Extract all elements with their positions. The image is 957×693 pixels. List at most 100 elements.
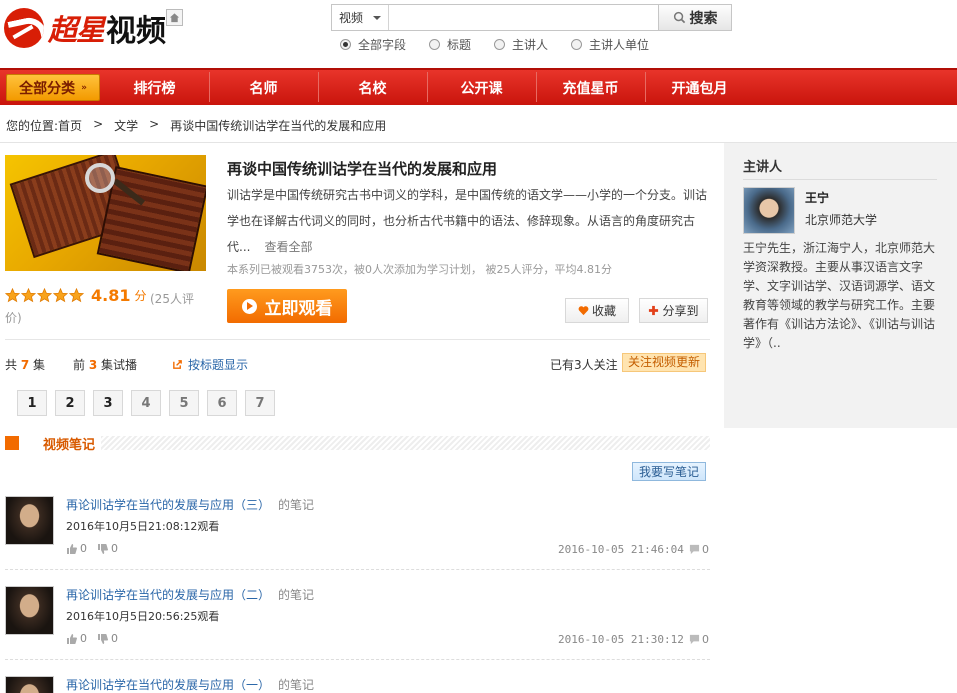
video-title: 再谈中国传统训诂学在当代的发展和应用 (227, 160, 498, 178)
episode-button-1[interactable]: 1 (17, 390, 47, 416)
episode-button-2[interactable]: 2 (55, 390, 85, 416)
speaker-school: 北京师范大学 (805, 213, 878, 227)
thumbs-down-icon[interactable] (97, 633, 109, 645)
like-count: 0 (80, 542, 87, 555)
note-title-link[interactable]: 再论训诂学在当代的发展与应用（三） (66, 498, 270, 512)
breadcrumb-home[interactable]: 首页 (58, 117, 82, 134)
heart-icon (578, 306, 589, 316)
speaker-section-title: 主讲人 (743, 160, 783, 175)
external-link-icon (173, 360, 182, 369)
breadcrumb-current: 再谈中国传统训诂学在当代的发展和应用 (170, 119, 387, 133)
radio-icon (429, 39, 441, 50)
video-thumbnail[interactable] (5, 155, 206, 271)
episode-button-3[interactable]: 3 (93, 390, 123, 416)
notes-section-header: 视频笔记 (5, 435, 710, 453)
home-icon (169, 13, 180, 23)
dislike-count: 0 (111, 632, 118, 645)
avatar[interactable] (5, 676, 54, 693)
search-bar: 视频 搜索 (331, 4, 732, 31)
avatar[interactable] (5, 586, 54, 635)
like-count: 0 (80, 632, 87, 645)
breadcrumb-prefix: 您的位置: (6, 119, 59, 133)
list-item: 再论训诂学在当代的发展与应用（一） 的笔记 (5, 676, 710, 693)
list-item: 再论训诂学在当代的发展与应用（二） 的笔记 2016年10月5日20:56:25观… (5, 586, 710, 671)
breadcrumb-separator: > (149, 117, 160, 131)
episode-total: 共 7 集 (5, 358, 46, 372)
nav-item-schools[interactable]: 名校 (318, 71, 427, 102)
play-icon (241, 298, 257, 314)
breadcrumb-category[interactable]: 文学 (114, 117, 138, 134)
episode-pagination: 1 2 3 4 5 6 7 (17, 390, 283, 416)
nav-item-open-courses[interactable]: 公开课 (427, 71, 536, 102)
comment-count[interactable]: 0 (689, 543, 709, 556)
logo-icon (4, 8, 44, 48)
follow-updates-button[interactable]: 关注视频更新 (622, 353, 707, 372)
radio-speaker[interactable]: 主讲人 (494, 36, 548, 53)
dislike-count: 0 (111, 542, 118, 555)
nav-item-monthly[interactable]: 开通包月 (645, 71, 754, 102)
radio-icon (340, 39, 351, 50)
speaker-panel: 主讲人 王宁 北京师范大学 王宁先生，浙江海宁人，北京师范大学资深教授。主要从事… (724, 143, 957, 428)
all-categories-button[interactable]: 全部分类 » (6, 74, 100, 101)
radio-all-fields[interactable]: 全部字段 (340, 36, 406, 53)
show-by-title-link[interactable]: 按标题显示 (172, 356, 248, 373)
chevron-down-icon: » (81, 82, 87, 93)
section-marker-icon (5, 436, 19, 450)
site-logo[interactable]: 超星 视频 (4, 6, 166, 50)
nav-item-ranking[interactable]: 排行榜 (100, 78, 209, 98)
radio-icon (494, 39, 506, 50)
video-stats: 本系列已被观看3753次，被0人次添加为学习计划， 被25人评分，平均4.81分 (227, 263, 612, 276)
episode-button-6[interactable]: 6 (207, 390, 237, 416)
breadcrumb: 您的位置: 首页 > 文学 > 再谈中国传统训诂学在当代的发展和应用 (6, 117, 397, 134)
breadcrumb-separator: > (93, 117, 104, 131)
search-icon (673, 11, 685, 24)
note-date: 2016-10-05 21:30:12 (558, 633, 684, 646)
logo-text: 超星 (48, 13, 105, 47)
search-field-options: 全部字段 标题 主讲人 主讲人单位 (340, 36, 672, 53)
home-button[interactable] (166, 9, 183, 26)
note-title-link[interactable]: 再论训诂学在当代的发展与应用（二） (66, 588, 270, 602)
rating-count: (25人评价) (5, 292, 194, 325)
nav-item-teachers[interactable]: 名师 (209, 71, 318, 102)
write-note-button[interactable]: 我要写笔记 (632, 462, 706, 481)
plus-icon (649, 305, 659, 316)
nav-item-recharge[interactable]: 充值星币 (536, 71, 645, 102)
video-description: 训诂学是中国传统研究古书中词义的学科，是中国传统的语文学——小学的一个分支。训诂… (227, 188, 708, 254)
follower-count: 已有3人关注 (550, 358, 618, 372)
list-item: 再论训诂学在当代的发展与应用（三） 的笔记 2016年10月5日21:08:12观… (5, 496, 710, 581)
episode-trial: 前 3 集试播 (73, 358, 138, 372)
logo-suffix: 视频 (106, 15, 167, 48)
favorite-button[interactable]: 收藏 (565, 298, 629, 323)
note-watch-time: 2016年10月5日21:08:12观看 (66, 520, 220, 533)
note-date: 2016-10-05 21:46:04 (558, 543, 684, 556)
search-button[interactable]: 搜索 (658, 5, 731, 30)
thumbs-up-icon[interactable] (66, 543, 78, 555)
divider (5, 339, 710, 340)
radio-icon (571, 39, 583, 50)
search-input[interactable] (389, 5, 658, 30)
speaker-avatar[interactable] (743, 187, 795, 234)
main-nav: 全部分类 » 排行榜 名师 名校 公开课 充值星币 开通包月 (0, 68, 957, 105)
notes-section-title: 视频笔记 (43, 437, 96, 453)
thumbs-down-icon[interactable] (97, 543, 109, 555)
episode-button-4[interactable]: 4 (131, 390, 161, 416)
speaker-name[interactable]: 王宁 (805, 189, 829, 206)
comment-icon (689, 634, 700, 645)
watch-now-button[interactable]: 立即观看 (227, 289, 347, 323)
episode-button-5[interactable]: 5 (169, 390, 199, 416)
comment-icon (689, 544, 700, 555)
search-type-select[interactable]: 视频 (332, 5, 389, 30)
comment-count[interactable]: 0 (689, 633, 709, 646)
share-button[interactable]: 分享到 (639, 298, 708, 323)
note-watch-time: 2016年10月5日20:56:25观看 (66, 610, 220, 623)
episode-button-7[interactable]: 7 (245, 390, 275, 416)
magnifier-image (85, 163, 115, 193)
note-title-link[interactable]: 再论训诂学在当代的发展与应用（一） (66, 678, 270, 692)
view-all-link[interactable]: 查看全部 (264, 240, 312, 254)
speaker-bio: 王宁先生，浙江海宁人，北京师范大学资深教授。主要从事汉语言文字学、文字训诂学、汉… (743, 241, 936, 350)
avatar[interactable] (5, 496, 54, 545)
radio-title[interactable]: 标题 (429, 36, 471, 53)
radio-speaker-org[interactable]: 主讲人单位 (571, 36, 649, 53)
thumbs-up-icon[interactable] (66, 633, 78, 645)
chevron-down-icon (373, 15, 382, 20)
